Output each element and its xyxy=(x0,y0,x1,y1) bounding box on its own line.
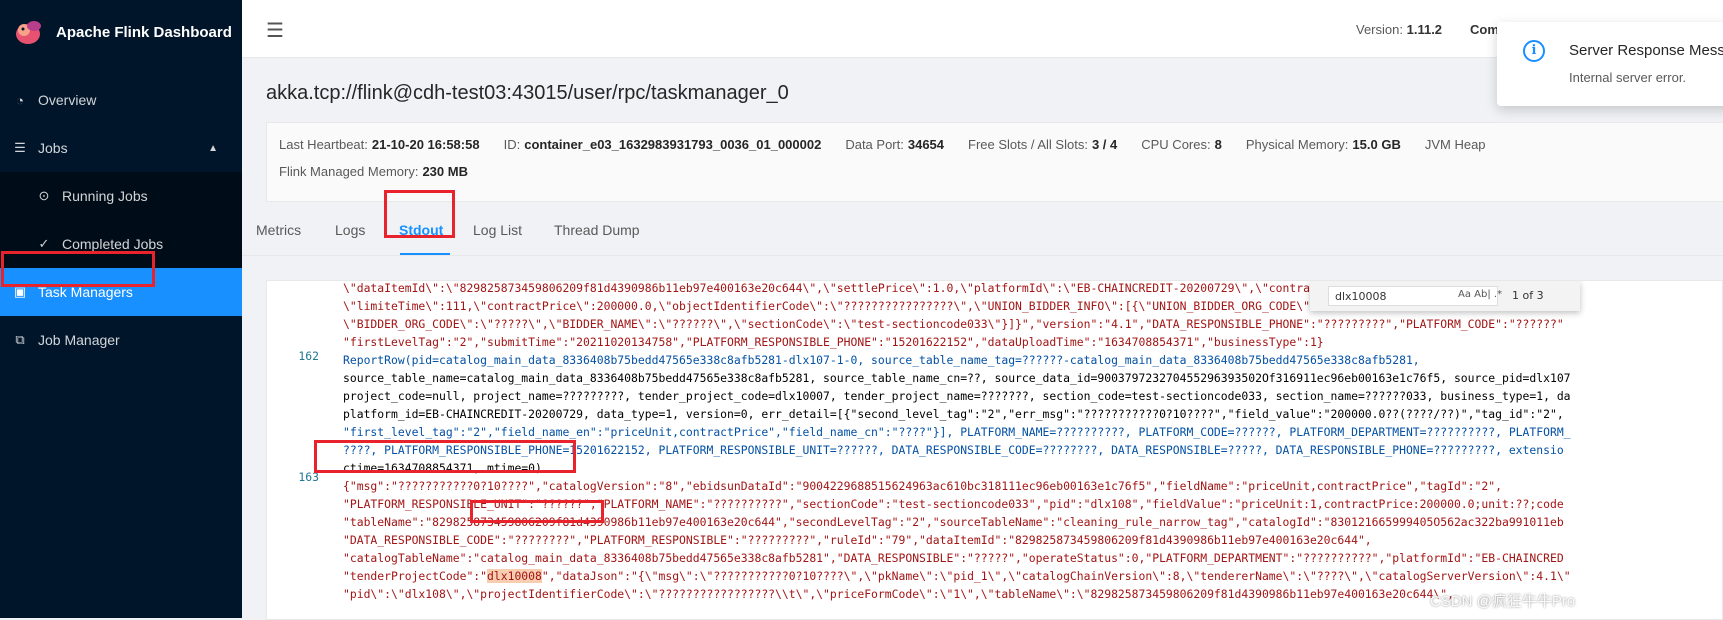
info-key: ID: xyxy=(504,137,521,152)
notification-title: Server Response Mess xyxy=(1569,42,1723,59)
find-widget: Aa Ab| .* 1 of 3 xyxy=(1310,281,1580,311)
chevron-up-icon: ▲ xyxy=(208,143,218,154)
info-key: Free Slots / All Slots: xyxy=(968,137,1088,152)
sidebar: Apache Flink Dashboard ◔ Overview ☰ Jobs… xyxy=(0,0,242,618)
sidebar-item-label: Jobs xyxy=(38,140,68,156)
info-slots: Free Slots / All Slots: 3 / 4 xyxy=(968,137,1117,152)
sidebar-item-label: Job Manager xyxy=(38,332,120,348)
code-line: "pid\":\"dlx108\",\"projectIdentifierCod… xyxy=(343,585,1454,603)
sidebar-item-jobs[interactable]: ☰ Jobs ▲ xyxy=(0,124,242,172)
code-line: \"dataItemId\":\"829825873459806209f81d4… xyxy=(343,280,1317,297)
code-fragment: ","dataJson":"{\"msg\":\"???????????0?10… xyxy=(542,569,1571,583)
sidebar-item-label: Overview xyxy=(38,92,96,108)
search-match-highlight: dlx10008 xyxy=(487,569,542,583)
find-options[interactable]: Aa Ab| .* xyxy=(1458,289,1502,300)
tab-thread-dump[interactable]: Thread Dump xyxy=(554,222,640,238)
info-value: 3 / 4 xyxy=(1092,137,1117,152)
info-value: container_e03_1632983931793_0036_01_0000… xyxy=(524,137,821,152)
info-cpu-cores: CPU Cores: 8 xyxy=(1141,137,1222,152)
info-jvm-heap: JVM Heap xyxy=(1425,137,1490,152)
info-physical-memory: Physical Memory:15.0 GB xyxy=(1246,137,1401,152)
info-key: Data Port: xyxy=(845,137,904,152)
app-title: Apache Flink Dashboard xyxy=(56,24,232,41)
taskmanager-info-panel: Last Heartbeat: 21-10-20 16:58:58 ID:cont… xyxy=(266,122,1723,202)
annotation-box-msg xyxy=(314,440,576,473)
dashboard-icon: ◔ xyxy=(12,93,28,108)
code-line: "catalogTableName":"catalog_main_data_83… xyxy=(343,549,1564,567)
tab-logs[interactable]: Logs xyxy=(335,222,365,238)
flink-squirrel-icon xyxy=(12,16,44,48)
notification-description: Internal server error. xyxy=(1569,70,1686,85)
code-line: \"limiteTime\":111,\"contractPrice\":200… xyxy=(343,297,1324,315)
sidebar-item-running-jobs[interactable]: ⊙ Running Jobs xyxy=(0,172,242,220)
line-number: 162 xyxy=(279,349,319,363)
info-key: Physical Memory: xyxy=(1246,137,1349,152)
menu-fold-icon[interactable]: ☰ xyxy=(266,18,284,43)
version-label: Version: xyxy=(1356,22,1403,37)
annotation-box-task-managers xyxy=(1,251,155,287)
page-title: akka.tcp://flink@cdh-test03:43015/user/r… xyxy=(266,82,789,105)
info-key: JVM Heap xyxy=(1425,137,1486,152)
code-line: "first_level_tag":"2","field_name_en":"p… xyxy=(343,423,1571,441)
code-line: {"msg":"???????????0?10????","catalogVer… xyxy=(343,477,1502,495)
watermark: CSDN @疯狂牛牛Pro xyxy=(1430,590,1575,611)
cluster-icon: ⧉ xyxy=(12,332,28,348)
code-line: "firstLevelTag":"2","submitTime":"202110… xyxy=(343,333,1324,351)
info-id: ID:container_e03_1632983931793_0036_01_0… xyxy=(504,137,822,152)
code-line: \"BIDDER_ORG_CODE\":\"?????\",\"BIDDER_N… xyxy=(343,315,1564,333)
sidebar-item-job-manager[interactable]: ⧉ Job Manager xyxy=(0,316,242,364)
list-icon: ☰ xyxy=(12,140,28,156)
info-value: 21-10-20 16:58:58 xyxy=(372,137,480,152)
code-fragment: "tenderProjectCode":" xyxy=(343,569,487,583)
sidebar-item-label: Completed Jobs xyxy=(62,236,163,252)
info-key: Flink Managed Memory: xyxy=(279,164,418,179)
code-line: platform_id=EB-CHAINCREDIT-20200729, dat… xyxy=(343,405,1564,423)
info-value: 15.0 GB xyxy=(1352,137,1400,152)
check-circle-icon: ✓ xyxy=(36,236,52,252)
info-key: Last Heartbeat: xyxy=(279,137,368,152)
info-value: 230 MB xyxy=(422,164,468,179)
info-icon: i xyxy=(1523,40,1545,62)
active-tab-indicator xyxy=(400,253,450,255)
code-area: \"dataItemId\":\"829825873459806209f81d4… xyxy=(343,281,384,561)
tab-log-list[interactable]: Log List xyxy=(473,222,522,238)
info-data-port: Data Port: 34654 xyxy=(845,137,944,152)
info-value: 34654 xyxy=(908,137,944,152)
info-value: 8 xyxy=(1215,137,1222,152)
version-info: Version: 1.11.2 xyxy=(1356,22,1442,37)
find-match-count: 1 of 3 xyxy=(1512,289,1544,302)
code-line: ReportRow(pid=catalog_main_data_8336408b… xyxy=(343,351,1420,369)
line-number: 163 xyxy=(279,470,319,484)
sidebar-item-overview[interactable]: ◔ Overview xyxy=(0,76,242,124)
version-value: 1.11.2 xyxy=(1407,22,1442,37)
annotation-box-code xyxy=(470,500,604,523)
tab-metrics[interactable]: Metrics xyxy=(256,222,301,238)
code-line: source_table_name=catalog_main_data_8336… xyxy=(343,369,1571,387)
server-error-notification: i Server Response Mess Internal server e… xyxy=(1497,22,1723,106)
info-row-1: Last Heartbeat: 21-10-20 16:58:58 ID:cont… xyxy=(279,137,1723,152)
info-row-2: Flink Managed Memory: 230 MB xyxy=(279,164,1723,179)
annotation-box-stdout-tab xyxy=(384,190,455,238)
sidebar-item-label: Running Jobs xyxy=(62,188,148,204)
code-line: "DATA_RESPONSIBLE_CODE":"????????","PLAT… xyxy=(343,531,1372,549)
info-managed-memory: Flink Managed Memory: 230 MB xyxy=(279,164,468,179)
commit-label: Com xyxy=(1470,22,1499,37)
info-last-heartbeat: Last Heartbeat: 21-10-20 16:58:58 xyxy=(279,137,480,152)
main-content: akka.tcp://flink@cdh-test03:43015/user/r… xyxy=(242,58,1723,618)
logo[interactable]: Apache Flink Dashboard xyxy=(0,0,242,64)
code-line-highlighted: "tenderProjectCode":"dlx10008","dataJson… xyxy=(343,567,1571,585)
tab-bar: Metrics Logs Stdout Log List Thread Dump xyxy=(242,208,1723,256)
play-circle-icon: ⊙ xyxy=(36,188,52,204)
code-line: project_code=null, project_name=????????… xyxy=(343,387,1571,405)
info-key: CPU Cores: xyxy=(1141,137,1210,152)
